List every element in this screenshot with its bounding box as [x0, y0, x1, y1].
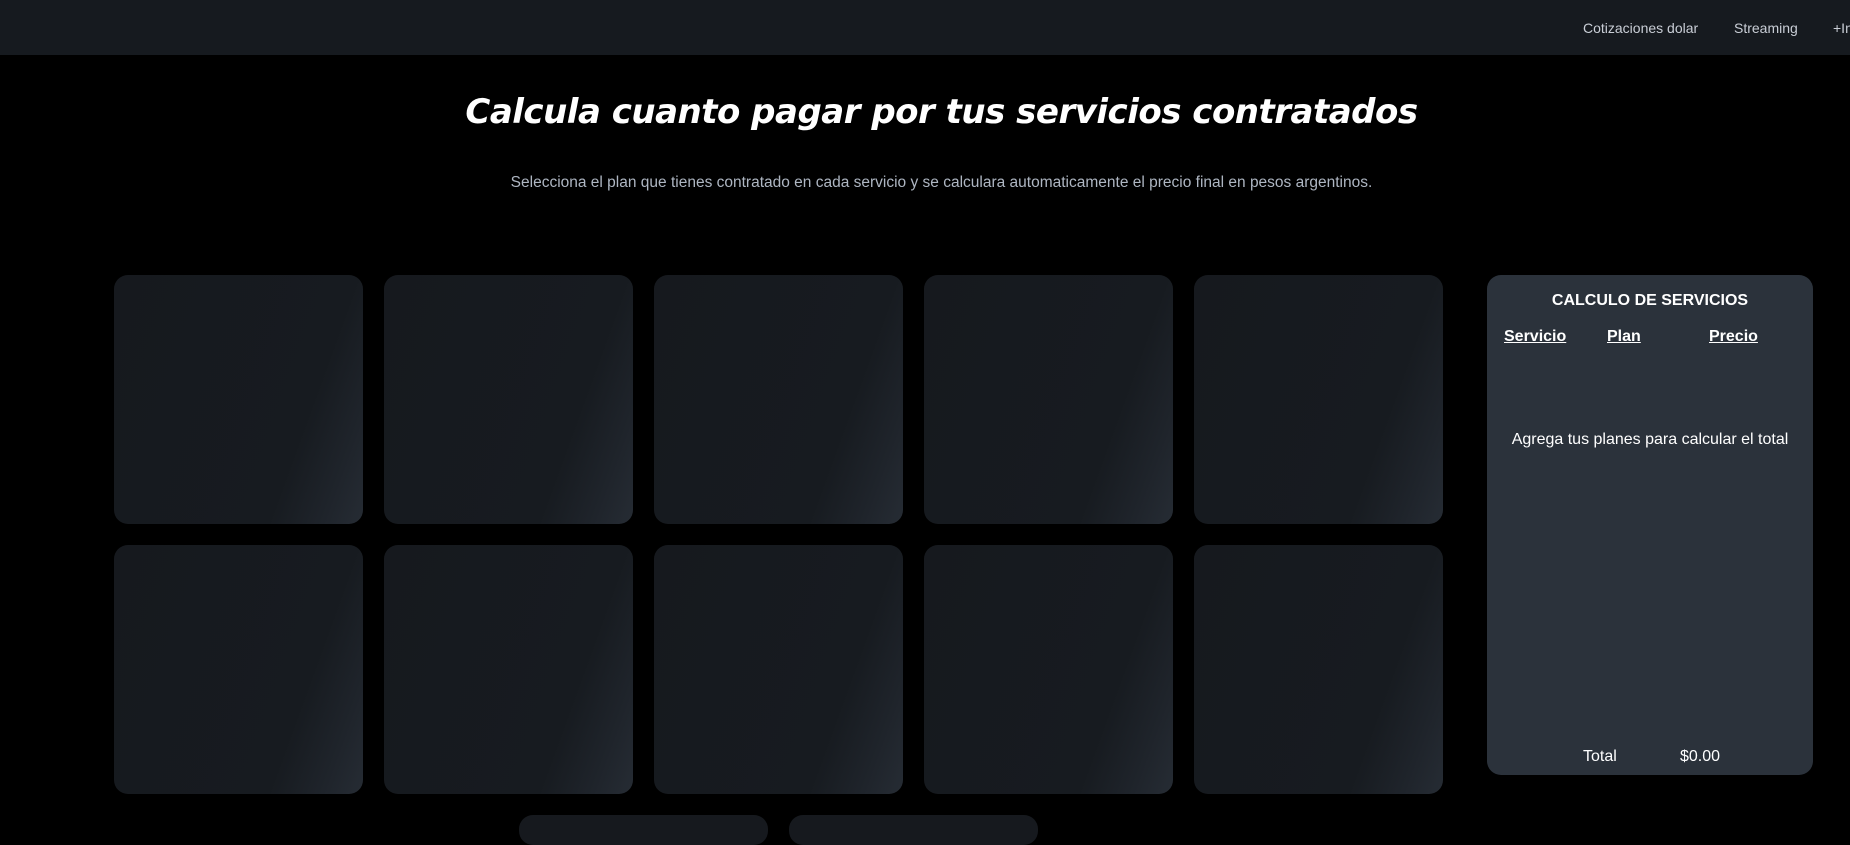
empty-state-message: Agrega tus planes para calcular el total: [1511, 431, 1789, 448]
service-card[interactable]: [519, 815, 768, 845]
nav-link-streaming[interactable]: Streaming: [1734, 20, 1798, 36]
service-card[interactable]: [924, 545, 1173, 794]
service-card[interactable]: [924, 275, 1173, 524]
column-header-precio: Precio: [1709, 328, 1758, 345]
service-card[interactable]: [1194, 275, 1443, 524]
service-card[interactable]: [384, 275, 633, 524]
nav-link-more[interactable]: +In: [1833, 20, 1850, 36]
page-title: Calcula cuanto pagar por tus servicios c…: [465, 92, 1418, 132]
total-value: $0.00: [1680, 748, 1721, 765]
service-card[interactable]: [1194, 545, 1443, 794]
column-header-plan: Plan: [1607, 328, 1641, 345]
page-subtitle: Selecciona el plan que tienes contratado…: [510, 174, 1373, 191]
column-header-servicio: Servicio: [1504, 328, 1567, 345]
nav-link-cotizaciones-dolar[interactable]: Cotizaciones dolar: [1583, 20, 1698, 36]
top-navbar: Cotizaciones dolar Streaming +In: [0, 0, 1850, 55]
service-card[interactable]: [114, 275, 363, 524]
calculator-panel: CALCULO DE SERVICIOS Servicio Plan Preci…: [1487, 275, 1813, 775]
service-card[interactable]: [789, 815, 1038, 845]
service-card[interactable]: [654, 275, 903, 524]
service-card[interactable]: [384, 545, 633, 794]
service-card[interactable]: [114, 545, 363, 794]
service-card[interactable]: [654, 545, 903, 794]
calculator-title: CALCULO DE SERVICIOS: [1551, 292, 1749, 309]
total-label: Total: [1583, 748, 1617, 765]
